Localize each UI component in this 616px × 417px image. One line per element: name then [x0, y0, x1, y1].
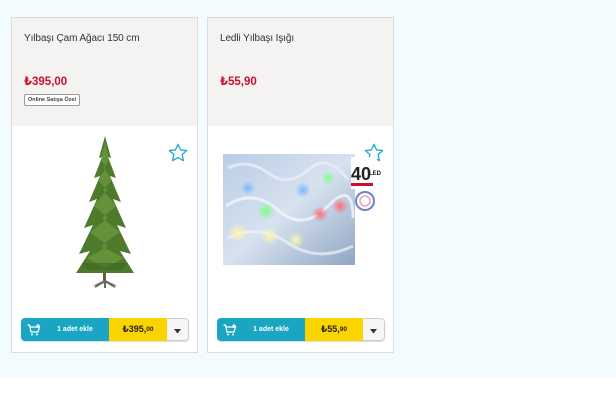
add-to-cart-price[interactable]: ₺395, 00 — [109, 318, 167, 341]
product-title[interactable]: Yılbaşı Çam Ağacı 150 cm — [24, 33, 185, 63]
product-card-header: Ledli Yılbaşı Işığı ₺55,90 — [208, 18, 393, 126]
cart-plus-icon — [217, 323, 243, 336]
chevron-down-icon — [174, 321, 181, 339]
add-to-cart-button[interactable]: 1 adet ekle — [21, 318, 109, 341]
chevron-down-icon — [370, 321, 377, 339]
package-text: LED — [369, 171, 382, 177]
price-decimal: 00 — [146, 326, 154, 333]
quantity-dropdown[interactable] — [363, 318, 385, 341]
cart-plus-icon — [21, 323, 47, 336]
bottom-strip — [0, 378, 616, 417]
product-title[interactable]: Ledli Yılbaşı Işığı — [220, 33, 381, 63]
product-price: ₺55,90 — [220, 76, 257, 88]
add-to-cart-group: 1 adet ekle ₺55, 90 — [217, 318, 385, 341]
price-decimal: 90 — [339, 326, 347, 333]
product-image-christmas-tree[interactable] — [12, 128, 197, 313]
add-to-cart-price[interactable]: ₺55, 90 — [305, 318, 363, 341]
add-to-cart-label: 1 adet ekle — [57, 326, 93, 333]
product-card[interactable]: Yılbaşı Çam Ağacı 150 cm ₺395,00 Online … — [11, 17, 198, 353]
product-price: ₺395,00 — [24, 76, 68, 88]
online-exclusive-badge: Online Satışa Özel — [24, 94, 80, 106]
add-to-cart-button[interactable]: 1 adet ekle — [217, 318, 305, 341]
product-image-led-lights[interactable]: 40 LED — [208, 128, 393, 313]
product-card[interactable]: Ledli Yılbaşı Işığı ₺55,90 40 LED 1 adet… — [207, 17, 394, 353]
product-card-header: Yılbaşı Çam Ağacı 150 cm ₺395,00 Online … — [12, 18, 197, 126]
add-to-cart-group: 1 adet ekle ₺395, 00 — [21, 318, 189, 341]
add-to-cart-label: 1 adet ekle — [253, 326, 289, 333]
quantity-dropdown[interactable] — [167, 318, 189, 341]
price-main: ₺395, — [122, 324, 147, 334]
price-main: ₺55, — [320, 324, 340, 334]
